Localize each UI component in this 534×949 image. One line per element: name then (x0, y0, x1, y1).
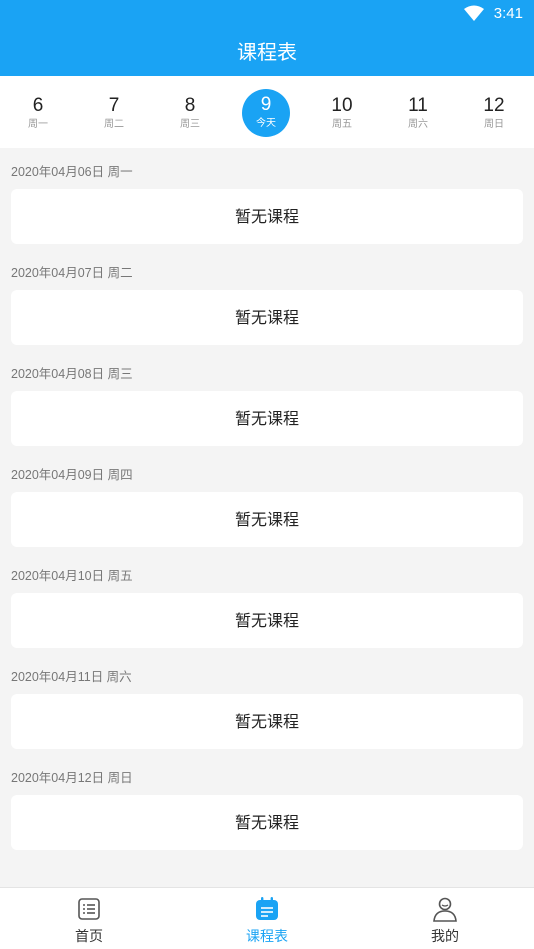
day-label: 周一 (28, 119, 48, 130)
day-number: 10 (331, 95, 353, 116)
date-label: 2020年04月06日 周一 (11, 165, 133, 179)
day-label: 周日 (484, 119, 504, 130)
date-label: 2020年04月07日 周二 (11, 266, 133, 280)
day-number: 11 (408, 95, 428, 116)
day-number: 7 (108, 95, 120, 116)
wifi-icon (464, 5, 484, 21)
course-card[interactable]: 暂无课程 (11, 290, 523, 345)
schedule-day: 2020年04月08日 周三 暂无课程 (0, 350, 534, 451)
app-header: 3:41 课程表 (0, 0, 534, 76)
schedule-day: 2020年04月12日 周日 暂无课程 (0, 754, 534, 855)
status-bar: 3:41 (0, 0, 534, 28)
tab-schedule[interactable]: 课程表 (178, 888, 356, 949)
tab-label: 首页 (75, 929, 103, 945)
schedule-day: 2020年04月06日 周一 暂无课程 (0, 148, 534, 249)
day-label: 周三 (180, 119, 200, 130)
day-mon[interactable]: 6 周一 (13, 89, 63, 139)
course-card[interactable]: 暂无课程 (11, 593, 523, 648)
course-card[interactable]: 暂无课程 (11, 391, 523, 446)
day-number: 12 (483, 95, 505, 116)
date-label: 2020年04月11日 周六 (11, 670, 132, 684)
day-label: 周六 (408, 119, 428, 130)
course-card[interactable]: 暂无课程 (11, 795, 523, 850)
status-time: 3:41 (493, 5, 523, 22)
course-card[interactable]: 暂无课程 (11, 189, 523, 244)
tab-label: 课程表 (246, 929, 288, 945)
schedule-list: 2020年04月06日 周一 暂无课程 2020年04月07日 周二 暂无课程 … (0, 148, 534, 855)
date-label: 2020年04月08日 周三 (11, 367, 133, 381)
date-label: 2020年04月10日 周五 (11, 569, 133, 583)
schedule-day: 2020年04月10日 周五 暂无课程 (0, 552, 534, 653)
calendar-icon (256, 897, 278, 920)
bottom-tab-bar: 首页 课程表 我的 (0, 887, 534, 949)
day-number: 6 (32, 95, 44, 116)
list-icon (78, 898, 100, 920)
schedule-day: 2020年04月11日 周六 暂无课程 (0, 653, 534, 754)
page-title: 课程表 (237, 40, 297, 64)
course-card[interactable]: 暂无课程 (11, 492, 523, 547)
tab-profile[interactable]: 我的 (356, 888, 534, 949)
schedule-day: 2020年04月09日 周四 暂无课程 (0, 451, 534, 552)
day-sun[interactable]: 12 周日 (469, 89, 519, 139)
day-sat[interactable]: 11 周六 (393, 89, 443, 139)
day-today[interactable]: 9 今天 (242, 89, 290, 137)
date-label: 2020年04月12日 周日 (11, 771, 133, 785)
course-card[interactable]: 暂无课程 (11, 694, 523, 749)
user-icon (433, 897, 457, 922)
tab-home[interactable]: 首页 (0, 888, 178, 949)
day-fri[interactable]: 10 周五 (317, 89, 367, 139)
day-wed[interactable]: 8 周三 (165, 89, 215, 139)
day-label: 周五 (332, 119, 352, 130)
tab-label: 我的 (431, 929, 459, 945)
date-label: 2020年04月09日 周四 (11, 468, 133, 482)
day-label: 周二 (104, 119, 124, 130)
schedule-day: 2020年04月07日 周二 暂无课程 (0, 249, 534, 350)
week-strip: 6 周一 7 周二 8 周三 9 今天 10 周五 11 周六 12 周日 (0, 76, 534, 148)
day-number: 8 (184, 95, 196, 116)
day-label: 今天 (256, 118, 276, 129)
day-tue[interactable]: 7 周二 (89, 89, 139, 139)
day-number: 9 (260, 94, 272, 115)
